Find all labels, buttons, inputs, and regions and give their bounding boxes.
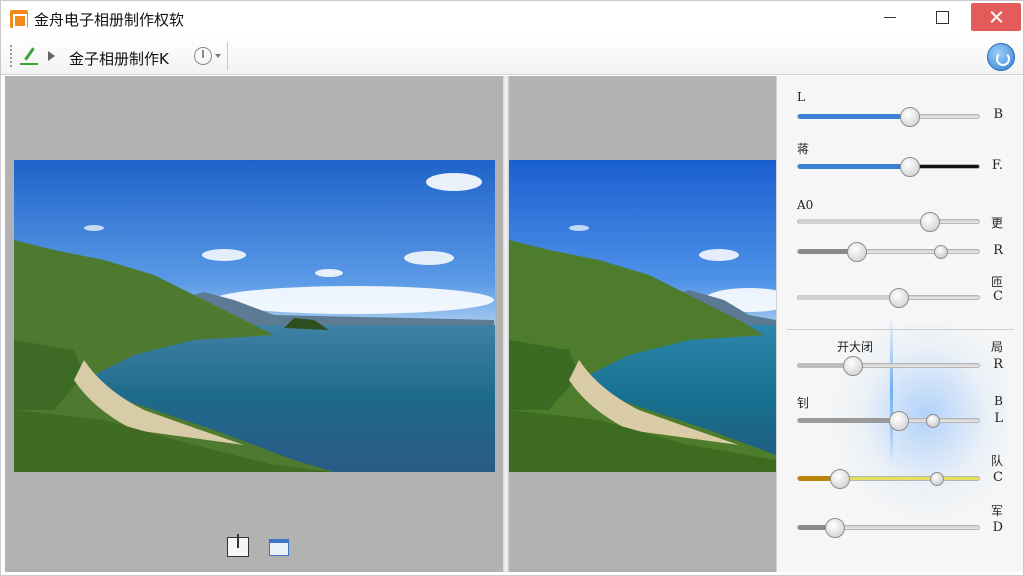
- editing-canvas: [5, 76, 776, 572]
- slider-extra-label-2: 更: [990, 216, 1003, 230]
- slider-value-6: L: [994, 411, 1003, 426]
- slider-secondary-thumb-7[interactable]: [930, 472, 944, 486]
- slider-value-5: R: [993, 357, 1003, 372]
- slider-thumb-5[interactable]: [843, 356, 863, 376]
- slider-secondary-thumb-6[interactable]: [926, 414, 940, 428]
- maximize-icon[interactable]: [919, 1, 965, 33]
- slider-track-6[interactable]: [797, 411, 980, 431]
- toolbar-project-label[interactable]: 金子相册制作K: [69, 48, 169, 69]
- original-photo[interactable]: [14, 160, 495, 472]
- insert-page-icon[interactable]: [227, 534, 249, 557]
- slider-thumb-4[interactable]: [889, 288, 909, 308]
- slider-thumb-7[interactable]: [830, 469, 850, 489]
- toolbar-divider: [227, 42, 228, 70]
- play-icon[interactable]: [48, 51, 55, 61]
- clock-icon[interactable]: [194, 47, 212, 65]
- help-icon[interactable]: [987, 43, 1015, 71]
- window-title: 金舟电子相册制作权软: [34, 11, 185, 29]
- slider-label-5: 开大闭: [837, 340, 874, 354]
- adjustment-panel: L B 蒋 F. A0 更 R 匝 C 开大闭局 R 钊 B L 队 C 军 D: [776, 76, 1023, 572]
- slider-track-5[interactable]: [797, 356, 980, 376]
- slider-track-4[interactable]: [797, 288, 980, 308]
- chevron-down-icon[interactable]: [215, 54, 221, 58]
- slider-track-8[interactable]: [797, 518, 980, 538]
- title-bar: 金舟电子相册制作权软: [1, 1, 1023, 37]
- toolbar-grip[interactable]: [10, 45, 13, 67]
- slider-label-1: 蒋: [797, 142, 810, 156]
- slider-value-1: F.: [991, 158, 1003, 173]
- slider-fill-6: [798, 418, 899, 423]
- close-icon[interactable]: [971, 3, 1021, 31]
- slider-value-0: B: [993, 107, 1003, 122]
- slider-label-2: A0: [797, 198, 814, 212]
- pen-icon[interactable]: [19, 45, 39, 67]
- slider-track-2[interactable]: [797, 212, 980, 232]
- slider-extra-label-6: B: [994, 394, 1003, 408]
- slider-thumb-0[interactable]: [900, 107, 920, 127]
- slider-extra-label-5: 局: [990, 340, 1003, 354]
- panel-divider: [787, 329, 1014, 330]
- slider-value-4: C: [993, 289, 1003, 304]
- slider-track-3[interactable]: [797, 242, 980, 262]
- original-photo-pane: [5, 76, 503, 572]
- app-logo-icon: [10, 10, 28, 28]
- slider-fill-4: [798, 295, 899, 300]
- slider-value-7: C: [993, 470, 1003, 485]
- slider-fill-2: [798, 219, 930, 224]
- lake-landscape-preview-image: [509, 160, 776, 472]
- preview-photo[interactable]: [509, 160, 776, 472]
- slider-thumb-2[interactable]: [920, 212, 940, 232]
- slider-extra-label-4: 匝: [990, 275, 1003, 289]
- slider-thumb-6[interactable]: [889, 411, 909, 431]
- slider-fill-0: [798, 114, 910, 119]
- slider-extra-label-7: 队: [990, 454, 1003, 468]
- app-window: 金舟电子相册制作权软 金子相册制作K L B 蒋 F. A0 更 R 匝 C 开…: [0, 0, 1024, 576]
- highlight-glow-line: [890, 316, 893, 466]
- minimize-icon[interactable]: [867, 1, 913, 33]
- slider-thumb-1[interactable]: [900, 157, 920, 177]
- preview-photo-pane: [509, 76, 776, 572]
- slider-value-8: D: [992, 520, 1003, 535]
- lake-landscape-image: [14, 160, 495, 472]
- slider-thumb-3[interactable]: [847, 242, 867, 262]
- toolbar: 金子相册制作K: [1, 37, 1023, 75]
- slider-secondary-thumb-3[interactable]: [934, 245, 948, 259]
- slider-extra-label-8: 军: [990, 504, 1003, 518]
- slider-label-6: 钊: [797, 396, 810, 410]
- slider-track-7[interactable]: [797, 469, 980, 489]
- slider-thumb-8[interactable]: [825, 518, 845, 538]
- slider-value-3: R: [993, 243, 1003, 258]
- slider-fill-1: [798, 164, 910, 169]
- frame-icon[interactable]: [269, 539, 289, 556]
- slider-label-0: L: [797, 90, 805, 104]
- slider-track-1[interactable]: [797, 157, 980, 177]
- slider-track-0[interactable]: [797, 107, 980, 127]
